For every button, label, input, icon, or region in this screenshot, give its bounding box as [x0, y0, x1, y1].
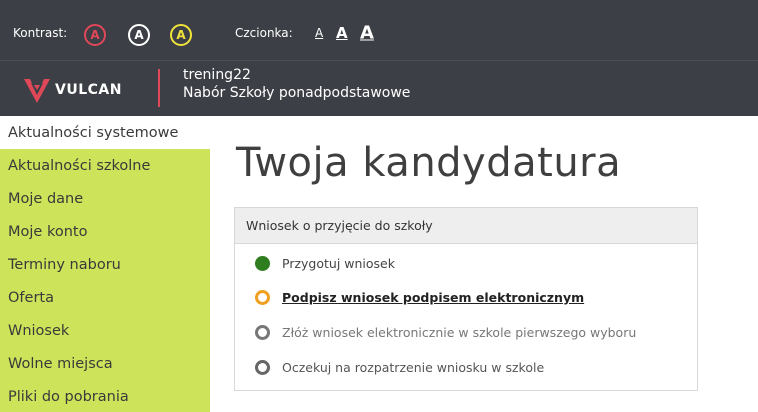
sidebar-item-wolne-miejsca[interactable]: Wolne miejsca — [0, 347, 210, 380]
font-medium-button[interactable]: A — [336, 24, 348, 42]
current-step-icon — [255, 290, 270, 305]
sidebar-item-oferta[interactable]: Oferta — [0, 281, 210, 314]
step-sign-link[interactable]: Podpisz wniosek podpisem elektronicznym — [255, 290, 584, 305]
font-small-button[interactable]: A — [315, 26, 323, 40]
panel-title: Wniosek o przyjęcie do szkoły — [235, 208, 697, 244]
step-wait: Oczekuj na rozpatrzenie wniosku w szkole — [255, 360, 544, 375]
step-label: Złóż wniosek elektronicznie w szkole pie… — [282, 325, 637, 340]
completed-step-icon — [255, 256, 270, 271]
font-large-button[interactable]: A — [360, 23, 374, 44]
application-panel: Wniosek o przyjęcie do szkoły Przygotuj … — [234, 207, 698, 391]
contrast-black-white-button[interactable]: A — [128, 24, 150, 46]
sidebar-nav: Aktualności systemowe Aktualności szkoln… — [0, 116, 210, 412]
logo-text: VULCAN — [55, 82, 122, 98]
sidebar-item-aktualnosci-systemowe[interactable]: Aktualności systemowe — [0, 116, 210, 149]
step-label: Oczekuj na rozpatrzenie wniosku w szkole — [282, 360, 545, 375]
step-label: Przygotuj wniosek — [282, 256, 395, 271]
sidebar-item-pliki-do-pobrania[interactable]: Pliki do pobrania — [0, 380, 210, 412]
site-name-line1: trening22 — [183, 67, 251, 83]
sidebar-item-moje-konto[interactable]: Moje konto — [0, 215, 210, 248]
vulcan-logo-icon — [24, 79, 50, 103]
header-divider — [158, 69, 160, 107]
pending-step-icon — [255, 325, 270, 340]
step-prepare: Przygotuj wniosek — [255, 256, 395, 271]
page-title: Twoja kandydatura — [236, 140, 622, 186]
contrast-label: Kontrast: — [13, 26, 68, 40]
pending-step-icon — [255, 360, 270, 375]
site-name-line2: Nabór Szkoły ponadpodstawowe — [183, 85, 411, 101]
accessibility-bar: Kontrast: A A A Czcionka: A A A — [0, 0, 758, 60]
sidebar-item-wniosek[interactable]: Wniosek — [0, 314, 210, 347]
sidebar-item-aktualnosci-szkolne[interactable]: Aktualności szkolne — [0, 149, 210, 182]
sidebar-item-moje-dane[interactable]: Moje dane — [0, 182, 210, 215]
font-size-label: Czcionka: — [235, 26, 293, 40]
step-submit: Złóż wniosek elektronicznie w szkole pie… — [255, 325, 636, 340]
step-label[interactable]: Podpisz wniosek podpisem elektronicznym — [282, 290, 584, 305]
site-header: VULCAN trening22 Nabór Szkoły ponadpodst… — [0, 60, 758, 116]
contrast-default-button[interactable]: A — [84, 24, 106, 46]
site-name: trening22 Nabór Szkoły ponadpodstawowe — [183, 66, 410, 102]
vulcan-logo[interactable]: VULCAN — [22, 75, 122, 105]
sidebar-item-terminy-naboru[interactable]: Terminy naboru — [0, 248, 210, 281]
contrast-yellow-black-button[interactable]: A — [170, 24, 192, 46]
